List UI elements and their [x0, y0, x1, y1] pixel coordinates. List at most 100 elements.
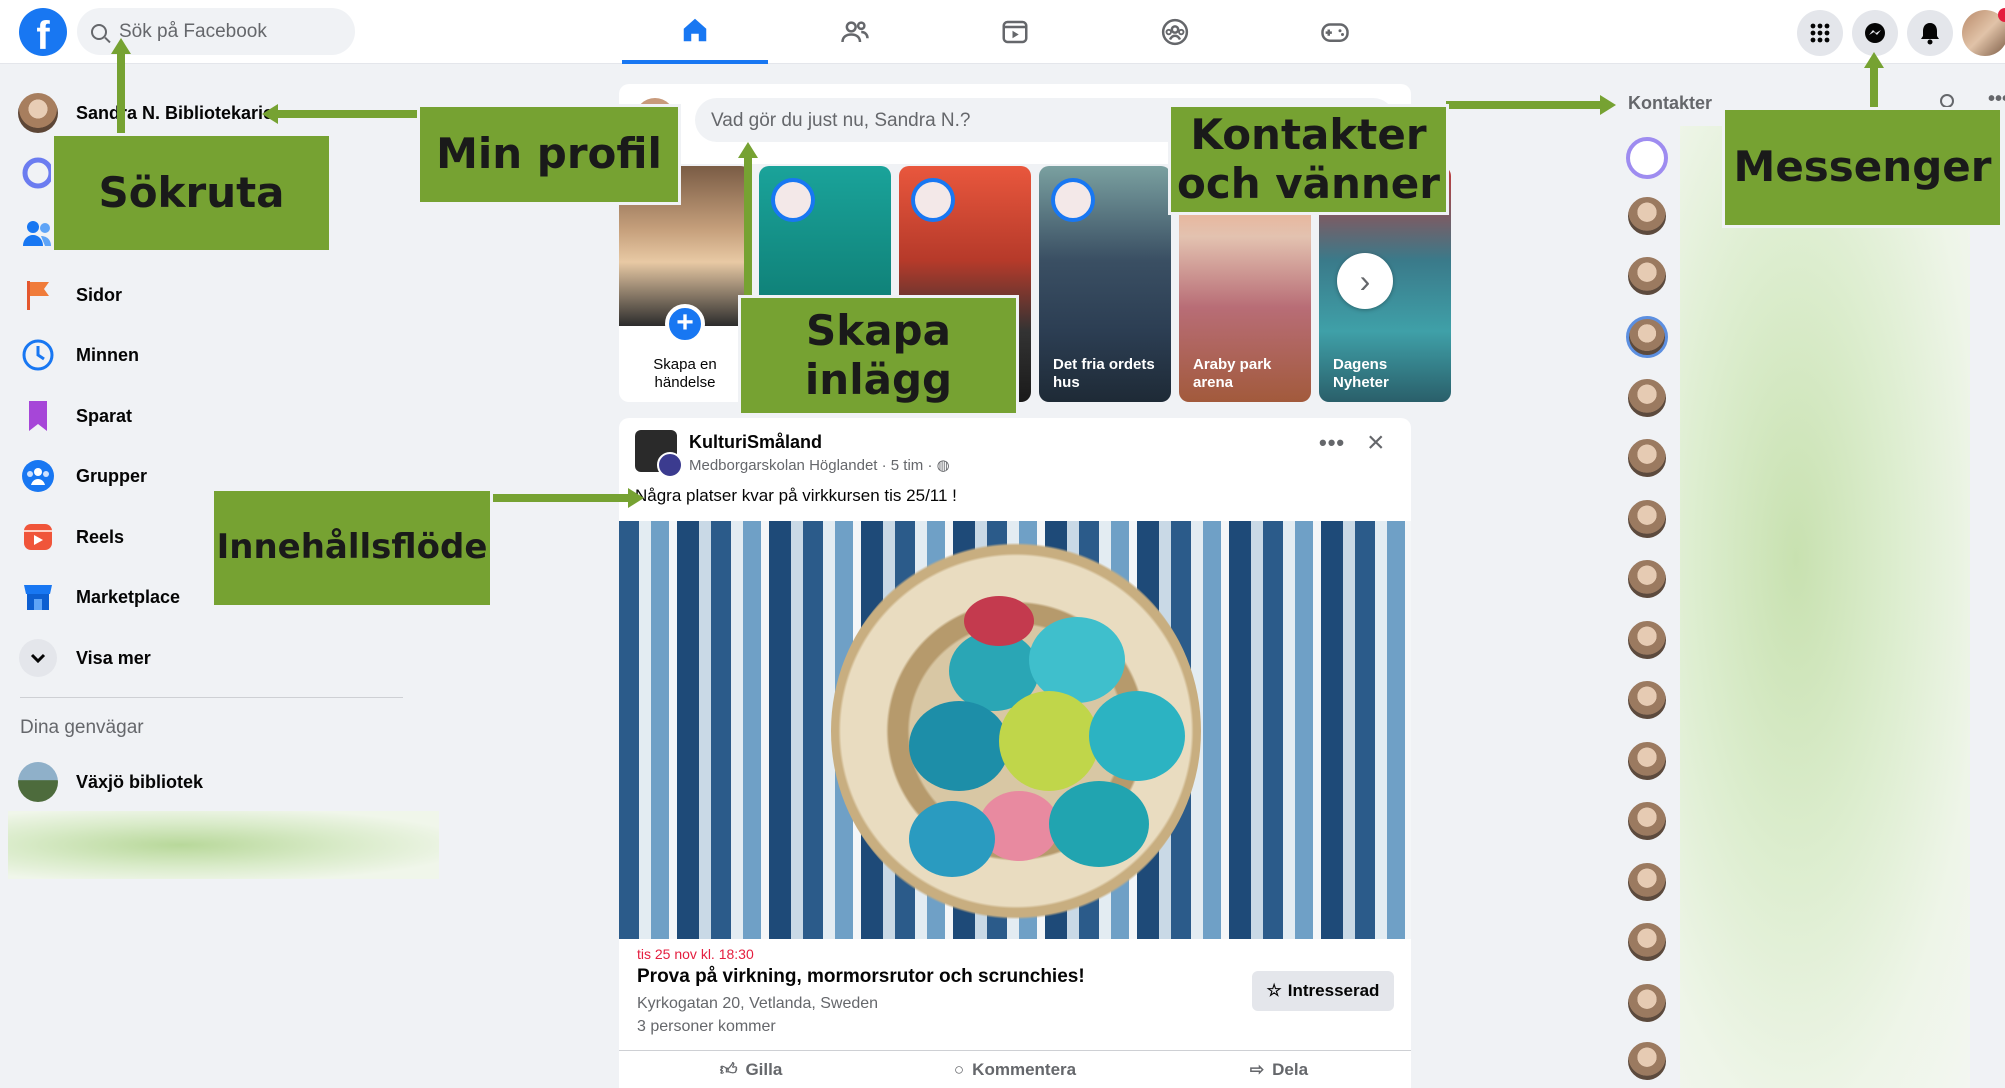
post-meta-text: Medborgarskolan Höglandet · 5 tim ·	[689, 457, 933, 474]
account-avatar[interactable]	[1962, 8, 2005, 56]
event-attendees: 3 personer kommer	[637, 1018, 776, 1035]
story-label: Skapa en händelse	[653, 356, 717, 391]
menu-button[interactable]	[1797, 10, 1843, 56]
like-label: Gilla	[745, 1059, 783, 1079]
contact-avatar[interactable]	[1626, 800, 1668, 842]
event-title[interactable]: Prova på virkning, mormorsrutor och scru…	[637, 966, 1085, 988]
contacts-title: Kontakter	[1628, 93, 1713, 113]
share-button[interactable]: ⇨ Dela	[1147, 1051, 1411, 1088]
like-button[interactable]: 👍︎ Gilla	[619, 1051, 883, 1088]
contact-avatar[interactable]	[1626, 255, 1668, 297]
sidebar-item-memories[interactable]: Minnen	[18, 330, 139, 380]
story-avatar	[911, 178, 955, 222]
chevron-right-icon: ›	[1359, 262, 1371, 299]
share-label: Dela	[1272, 1059, 1309, 1079]
contact-avatar[interactable]	[1626, 195, 1668, 237]
sidebar-item-reels[interactable]: Reels	[18, 512, 124, 562]
contact-avatar[interactable]	[1626, 437, 1668, 479]
sidebar-item-label: Visa mer	[76, 647, 151, 668]
arrow-up-icon	[111, 38, 131, 54]
sidebar-item-label: Sidor	[76, 284, 123, 305]
callout-profile: Min profil	[417, 104, 681, 205]
contact-avatar[interactable]	[1626, 377, 1668, 419]
messenger-button[interactable]	[1852, 10, 1898, 56]
sidebar-profile[interactable]: Sandra N. Bibliotekarie	[18, 88, 273, 138]
callout-contacts: Kontakter och vänner	[1168, 104, 1449, 215]
callout-line	[1446, 101, 1602, 109]
sidebar-item-label: Reels	[76, 526, 125, 547]
arrow-right-icon	[628, 488, 644, 508]
shop-icon	[24, 585, 52, 610]
post-image[interactable]	[619, 521, 1411, 939]
callout-create-post-line2: inlägg	[804, 354, 953, 404]
callout-contacts-line1: Kontakter	[1190, 110, 1427, 160]
contact-avatar[interactable]	[1626, 861, 1668, 903]
contact-avatar[interactable]	[1626, 619, 1668, 661]
contacts-search-icon[interactable]	[1940, 94, 1954, 108]
more-options-icon[interactable]: •••	[1319, 430, 1345, 456]
story-card[interactable]: Det fria ordets hus	[1039, 166, 1171, 402]
sidebar-item-groups[interactable]: Grupper	[18, 451, 147, 501]
profile-avatar	[18, 93, 58, 133]
sidebar-item-saved[interactable]: Sparat	[18, 391, 132, 441]
callout-messenger: Messenger	[1722, 107, 2003, 228]
callout-line	[117, 48, 125, 136]
profile-name: Sandra N. Bibliotekarie	[76, 102, 274, 123]
groups-icon	[1161, 18, 1189, 46]
sidebar-item-label: Minnen	[76, 344, 139, 365]
tab-home[interactable]	[622, 0, 768, 64]
sidebar-item-pages[interactable]: Sidor	[18, 270, 122, 320]
plus-icon: +	[665, 304, 705, 344]
story-label: Dagens Nyheter	[1333, 356, 1389, 391]
friends-icon	[23, 221, 51, 246]
interested-label: Intresserad	[1287, 981, 1380, 1000]
sidebar-item-marketplace[interactable]: Marketplace	[18, 572, 180, 622]
page-avatar[interactable]	[635, 430, 683, 478]
thumbs-up-icon: 👍︎	[719, 1060, 738, 1079]
comment-button[interactable]: ○ Kommentera	[883, 1051, 1147, 1088]
contact-avatar[interactable]	[1626, 498, 1668, 540]
contact-avatar[interactable]	[1626, 316, 1668, 358]
story-label: Araby park arena	[1193, 356, 1272, 391]
share-icon: ⇨	[1249, 1059, 1265, 1079]
sidebar-show-more[interactable]: Visa mer	[18, 633, 151, 683]
tab-groups[interactable]	[1102, 0, 1248, 64]
facebook-logo-icon[interactable]: f	[19, 8, 67, 56]
comment-icon: ○	[953, 1059, 965, 1079]
shortcut-avatar	[18, 762, 58, 802]
contact-avatar[interactable]	[1626, 1040, 1668, 1082]
contact-avatar[interactable]	[1626, 740, 1668, 782]
sidebar-item-label: Sparat	[76, 405, 133, 426]
arrow-left-icon	[262, 104, 278, 124]
globe-icon: ◍	[936, 457, 950, 474]
arrow-up-icon	[738, 142, 758, 158]
sidebar-item-label: Marketplace	[76, 586, 181, 607]
meta-ai-icon	[22, 157, 54, 189]
contact-avatar[interactable]	[1626, 558, 1668, 600]
gaming-icon	[1321, 23, 1349, 42]
tab-video[interactable]	[942, 0, 1088, 64]
contact-avatar[interactable]	[1626, 921, 1668, 963]
shortcut-label: Växjö bibliotek	[76, 771, 204, 792]
tab-gaming[interactable]	[1262, 0, 1408, 64]
tab-friends[interactable]	[782, 0, 928, 64]
callout-line	[1870, 62, 1878, 110]
notifications-button[interactable]	[1907, 10, 1953, 56]
search-input[interactable]	[117, 19, 337, 44]
blurred-area	[8, 811, 439, 879]
contact-avatar[interactable]	[1626, 982, 1668, 1024]
callout-line	[278, 110, 420, 118]
comment-label: Kommentera	[972, 1059, 1077, 1079]
stories-next-button[interactable]: ›	[1337, 253, 1393, 309]
callout-line	[490, 494, 630, 502]
contact-meta-ai[interactable]	[1626, 137, 1668, 179]
groups-icon	[22, 460, 54, 492]
flag-icon	[27, 281, 49, 310]
interested-button[interactable]: ☆ Intresserad	[1252, 971, 1394, 1011]
shortcut-item[interactable]: Växjö bibliotek	[18, 757, 203, 807]
close-icon[interactable]: ×	[1367, 426, 1385, 460]
post-author[interactable]: KulturiSmåland	[689, 432, 822, 453]
contact-avatar[interactable]	[1626, 679, 1668, 721]
post-meta: Medborgarskolan Höglandet · 5 tim · ◍	[689, 456, 950, 474]
arrow-up-icon	[1864, 52, 1884, 68]
